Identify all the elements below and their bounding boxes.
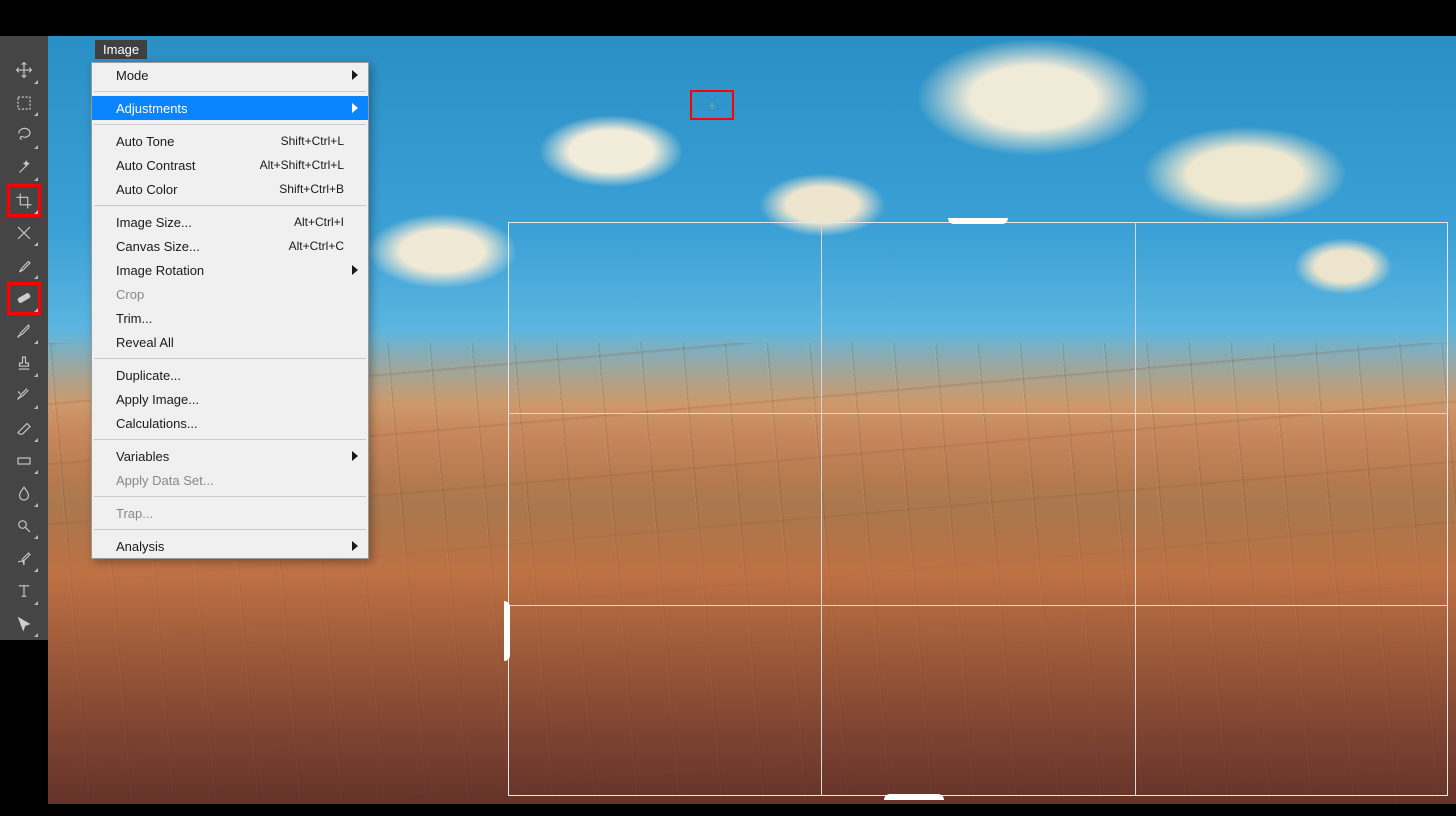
menu-item-label: Mode <box>116 68 344 83</box>
crop-handle-left[interactable] <box>504 601 510 661</box>
menu-separator <box>94 205 366 206</box>
tool-type[interactable] <box>7 575 41 608</box>
tool-slice[interactable] <box>7 217 41 250</box>
crop-gridline <box>821 222 822 796</box>
menu-item-auto-color[interactable]: Auto ColorShift+Ctrl+B <box>92 177 368 201</box>
menu-item-label: Trim... <box>116 311 344 326</box>
submenu-arrow-icon <box>352 541 358 551</box>
tool-dodge[interactable] <box>7 510 41 543</box>
menu-item-label: Duplicate... <box>116 368 344 383</box>
tool-brush[interactable] <box>7 315 41 348</box>
menu-item-apply-image-[interactable]: Apply Image... <box>92 387 368 411</box>
menu-item-label: Reveal All <box>116 335 344 350</box>
crop-rect[interactable] <box>508 222 1448 796</box>
menu-separator <box>94 124 366 125</box>
tool-path-select[interactable] <box>7 608 41 641</box>
tool-lasso[interactable] <box>7 119 41 152</box>
crop-handle-top[interactable] <box>948 218 1008 224</box>
tool-eraser[interactable] <box>7 412 41 445</box>
submenu-arrow-icon <box>352 70 358 80</box>
menu-item-adjustments[interactable]: Adjustments <box>92 96 368 120</box>
tool-stamp[interactable] <box>7 347 41 380</box>
menu-item-label: Calculations... <box>116 416 344 431</box>
tool-wand[interactable] <box>7 152 41 185</box>
highlight-marker: + <box>690 90 734 120</box>
menu-item-label: Analysis <box>116 539 344 554</box>
menu-item-variables[interactable]: Variables <box>92 444 368 468</box>
menu-item-canvas-size-[interactable]: Canvas Size...Alt+Ctrl+C <box>92 234 368 258</box>
submenu-arrow-icon <box>352 103 358 113</box>
menu-item-trap-: Trap... <box>92 501 368 525</box>
menu-item-duplicate-[interactable]: Duplicate... <box>92 363 368 387</box>
menu-header-image[interactable]: Image <box>95 40 147 59</box>
menu-item-shortcut: Alt+Shift+Ctrl+L <box>260 158 344 172</box>
menu-item-shortcut: Alt+Ctrl+C <box>289 239 344 253</box>
menu-item-shortcut: Shift+Ctrl+B <box>279 182 344 196</box>
menu-separator <box>94 91 366 92</box>
menu-item-image-rotation[interactable]: Image Rotation <box>92 258 368 282</box>
submenu-arrow-icon <box>352 265 358 275</box>
menu-item-crop: Crop <box>92 282 368 306</box>
menu-item-apply-data-set-: Apply Data Set... <box>92 468 368 492</box>
menu-item-label: Crop <box>116 287 344 302</box>
crop-gridline <box>508 413 1448 414</box>
tool-marquee[interactable] <box>7 87 41 120</box>
menu-item-label: Canvas Size... <box>116 239 289 254</box>
menu-item-calculations-[interactable]: Calculations... <box>92 411 368 435</box>
crop-overlay[interactable] <box>508 222 1448 796</box>
crop-gridline <box>508 605 1448 606</box>
menu-item-shortcut: Alt+Ctrl+I <box>294 215 344 229</box>
menu-item-label: Trap... <box>116 506 344 521</box>
menu-separator <box>94 496 366 497</box>
menu-item-label: Variables <box>116 449 344 464</box>
menu-separator <box>94 358 366 359</box>
menu-item-label: Apply Data Set... <box>116 473 344 488</box>
tool-healing[interactable] <box>7 282 41 315</box>
menu-item-label: Image Rotation <box>116 263 344 278</box>
tool-blur[interactable] <box>7 477 41 510</box>
menu-item-label: Image Size... <box>116 215 294 230</box>
menu-item-label: Auto Contrast <box>116 158 260 173</box>
tool-eyedropper[interactable] <box>7 249 41 282</box>
tool-crop[interactable] <box>7 184 41 217</box>
crop-gridline <box>1135 222 1136 796</box>
menu-item-label: Adjustments <box>116 101 344 116</box>
menu-item-label: Apply Image... <box>116 392 344 407</box>
tool-pen[interactable] <box>7 542 41 575</box>
menu-item-label: Auto Color <box>116 182 279 197</box>
menu-item-label: Auto Tone <box>116 134 281 149</box>
menu-item-trim-[interactable]: Trim... <box>92 306 368 330</box>
menu-item-shortcut: Shift+Ctrl+L <box>281 134 344 148</box>
menu-item-auto-tone[interactable]: Auto ToneShift+Ctrl+L <box>92 129 368 153</box>
crop-handle-bottom[interactable] <box>884 794 944 800</box>
submenu-arrow-icon <box>352 451 358 461</box>
menu-item-mode[interactable]: Mode <box>92 63 368 87</box>
menu-item-analysis[interactable]: Analysis <box>92 534 368 558</box>
tool-history-brush[interactable] <box>7 380 41 413</box>
menu-separator <box>94 529 366 530</box>
menu-item-image-size-[interactable]: Image Size...Alt+Ctrl+I <box>92 210 368 234</box>
image-menu-dropdown: ModeAdjustmentsAuto ToneShift+Ctrl+LAuto… <box>91 62 369 559</box>
tools-toolbar <box>0 36 48 640</box>
tool-move[interactable] <box>7 54 41 87</box>
menu-item-auto-contrast[interactable]: Auto ContrastAlt+Shift+Ctrl+L <box>92 153 368 177</box>
tool-gradient[interactable] <box>7 445 41 478</box>
menu-item-reveal-all[interactable]: Reveal All <box>92 330 368 354</box>
menu-separator <box>94 439 366 440</box>
